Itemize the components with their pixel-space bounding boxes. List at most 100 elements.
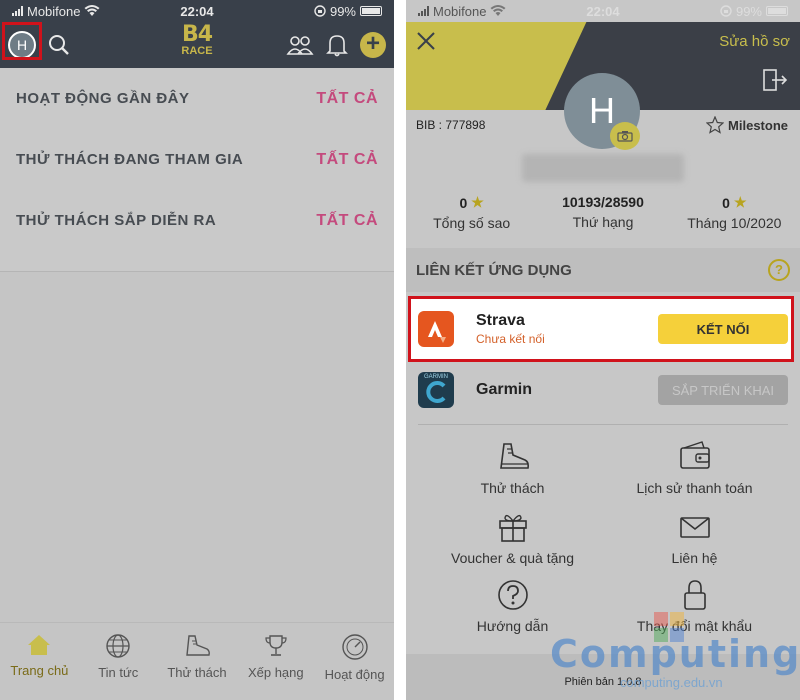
tab-label: Tin tức	[98, 665, 139, 680]
wifi-icon	[84, 5, 100, 16]
section-title: LIÊN KẾT ỨNG DỤNG	[416, 261, 572, 279]
bottom-tab-bar: Trang chủ Tin tức Thử thách Xếp hạng Hoạ…	[0, 622, 394, 700]
help-icon[interactable]: ?	[768, 259, 790, 281]
trophy-icon	[265, 635, 287, 656]
home-sections: HOẠT ĐỘNG GẦN ĐÂY TẤT CẢ THỬ THÁCH ĐANG …	[0, 68, 394, 271]
close-icon[interactable]	[416, 31, 436, 51]
profile-screen: Mobifone 22:04 99% Sửa hồ sơ H BIB : 777…	[406, 0, 800, 700]
stat-rank: 10193/28590 Thứ hạng	[537, 194, 668, 231]
edit-profile-button[interactable]: Sửa hồ sơ	[719, 33, 790, 50]
signal-icon	[12, 6, 23, 16]
carrier-label: Mobifone	[27, 3, 81, 19]
group-icon[interactable]	[286, 34, 314, 56]
menu-label: Lịch sử thanh toán	[636, 480, 753, 496]
stat-value: 0	[722, 194, 730, 211]
wifi-icon	[490, 5, 506, 16]
lock-icon	[683, 580, 706, 610]
shoe-icon	[499, 443, 529, 469]
user-name-blurred	[522, 154, 684, 182]
divider	[418, 424, 788, 425]
add-button[interactable]: +	[360, 32, 386, 58]
menu-label: Voucher & quà tặng	[451, 550, 574, 566]
section-row: THỬ THÁCH ĐANG THAM GIA TẤT CẢ	[0, 129, 394, 190]
see-all-link[interactable]: TẤT CẢ	[316, 212, 378, 230]
logo-sub: RACE	[181, 45, 213, 57]
bell-icon[interactable]	[326, 33, 348, 57]
stat-label: Tổng số sao	[433, 215, 511, 231]
home-icon	[28, 635, 51, 655]
wallet-icon	[679, 441, 710, 469]
star-icon: ★	[733, 194, 747, 210]
linked-apps-header: LIÊN KẾT ỨNG DỤNG ?	[406, 248, 800, 292]
garmin-row: GARMIN Garmin SẮP TRIỂN KHAI	[406, 360, 800, 420]
star-icon: ★	[471, 194, 484, 210]
mail-icon	[679, 517, 710, 538]
app-logo: B4 RACE	[181, 22, 213, 57]
orientation-lock-icon	[720, 5, 732, 17]
milestone-label: Milestone	[728, 117, 788, 133]
status-bar: Mobifone 22:04 99%	[0, 0, 394, 22]
connection-status: Chưa kết nối	[476, 332, 545, 346]
connect-strava-button[interactable]: KẾT NỐI	[658, 314, 788, 344]
battery-icon	[766, 6, 788, 16]
star-outline-icon	[706, 116, 725, 134]
menu-challenges[interactable]: Thử thách	[414, 440, 611, 496]
watermark-text: Computing	[550, 632, 800, 676]
stat-value: 0	[459, 194, 468, 211]
gauge-icon	[341, 634, 368, 660]
stat-label: Thứ hạng	[572, 214, 634, 230]
orientation-lock-icon	[314, 5, 326, 17]
section-row: HOẠT ĐỘNG GẦN ĐÂY TẤT CẢ	[0, 68, 394, 129]
stat-month: 0 ★ Tháng 10/2020	[669, 194, 800, 231]
menu-guide[interactable]: Hướng dẫn	[414, 578, 611, 634]
help-icon	[497, 580, 528, 610]
tab-home[interactable]: Trang chủ	[0, 623, 79, 700]
section-row: THỬ THÁCH SẮP DIỄN RA TẤT CẢ	[0, 190, 394, 251]
menu-voucher[interactable]: Voucher & quà tặng	[414, 510, 611, 566]
logo-main: B4	[181, 22, 213, 47]
tab-label: Trang chủ	[10, 663, 69, 678]
menu-payment-history[interactable]: Lịch sử thanh toán	[596, 440, 793, 496]
bib-number: BIB : 777898	[416, 118, 486, 132]
logout-icon[interactable]	[762, 68, 788, 92]
change-photo-button[interactable]	[610, 122, 640, 150]
gift-icon	[498, 514, 527, 542]
strava-logo	[418, 311, 454, 347]
profile-header: Sửa hồ sơ	[406, 22, 800, 60]
empty-area	[0, 271, 394, 622]
menu-contact[interactable]: Liên hệ	[596, 510, 793, 566]
menu-change-password[interactable]: Thay đổi mật khẩu	[596, 578, 793, 634]
signal-icon	[418, 6, 429, 16]
see-all-link[interactable]: TẤT CẢ	[316, 90, 378, 108]
home-screen: Mobifone 22:04 99% H B4 RACE + HOẠT ĐỘNG…	[0, 0, 394, 700]
tab-label: Thử thách	[167, 665, 227, 680]
status-bar: Mobifone 22:04 99%	[406, 0, 800, 22]
garmin-brand-text: GARMIN	[424, 374, 448, 380]
home-header: H B4 RACE +	[0, 22, 394, 68]
section-title: HOẠT ĐỘNG GẦN ĐÂY	[16, 90, 190, 107]
stat-label: Tháng 10/2020	[687, 215, 782, 231]
garmin-logo: GARMIN	[418, 372, 454, 408]
tab-news[interactable]: Tin tức	[79, 623, 158, 700]
stats-row: 0 ★ Tổng số sao 10193/28590 Thứ hạng 0 ★ T…	[406, 194, 800, 231]
app-version: Phiên bản 1.0.8	[564, 676, 642, 688]
menu-label: Hướng dẫn	[476, 618, 549, 634]
stat-value: 10193/28590	[562, 194, 644, 210]
shoe-icon	[186, 635, 210, 656]
tab-activity[interactable]: Hoạt động	[315, 623, 394, 700]
carrier-label: Mobifone	[433, 3, 487, 19]
milestone-link[interactable]: Milestone	[706, 116, 788, 134]
section-title: THỬ THÁCH SẮP DIỄN RA	[16, 212, 217, 229]
menu-label: Liên hệ	[671, 550, 718, 566]
tab-challenges[interactable]: Thử thách	[158, 623, 237, 700]
tab-ranking[interactable]: Xếp hạng	[236, 623, 315, 700]
stat-total-stars: 0 ★ Tổng số sao	[406, 194, 537, 231]
see-all-link[interactable]: TẤT CẢ	[316, 151, 378, 169]
strava-row: Strava Chưa kết nối KẾT NỐI	[406, 299, 800, 359]
coming-soon-button: SẮP TRIỂN KHAI	[658, 375, 788, 405]
highlight-box	[2, 22, 42, 60]
tab-label: Hoạt động	[324, 667, 385, 682]
search-icon[interactable]	[48, 34, 70, 56]
battery-percent: 99%	[735, 3, 762, 19]
app-name: Garmin	[476, 381, 533, 398]
